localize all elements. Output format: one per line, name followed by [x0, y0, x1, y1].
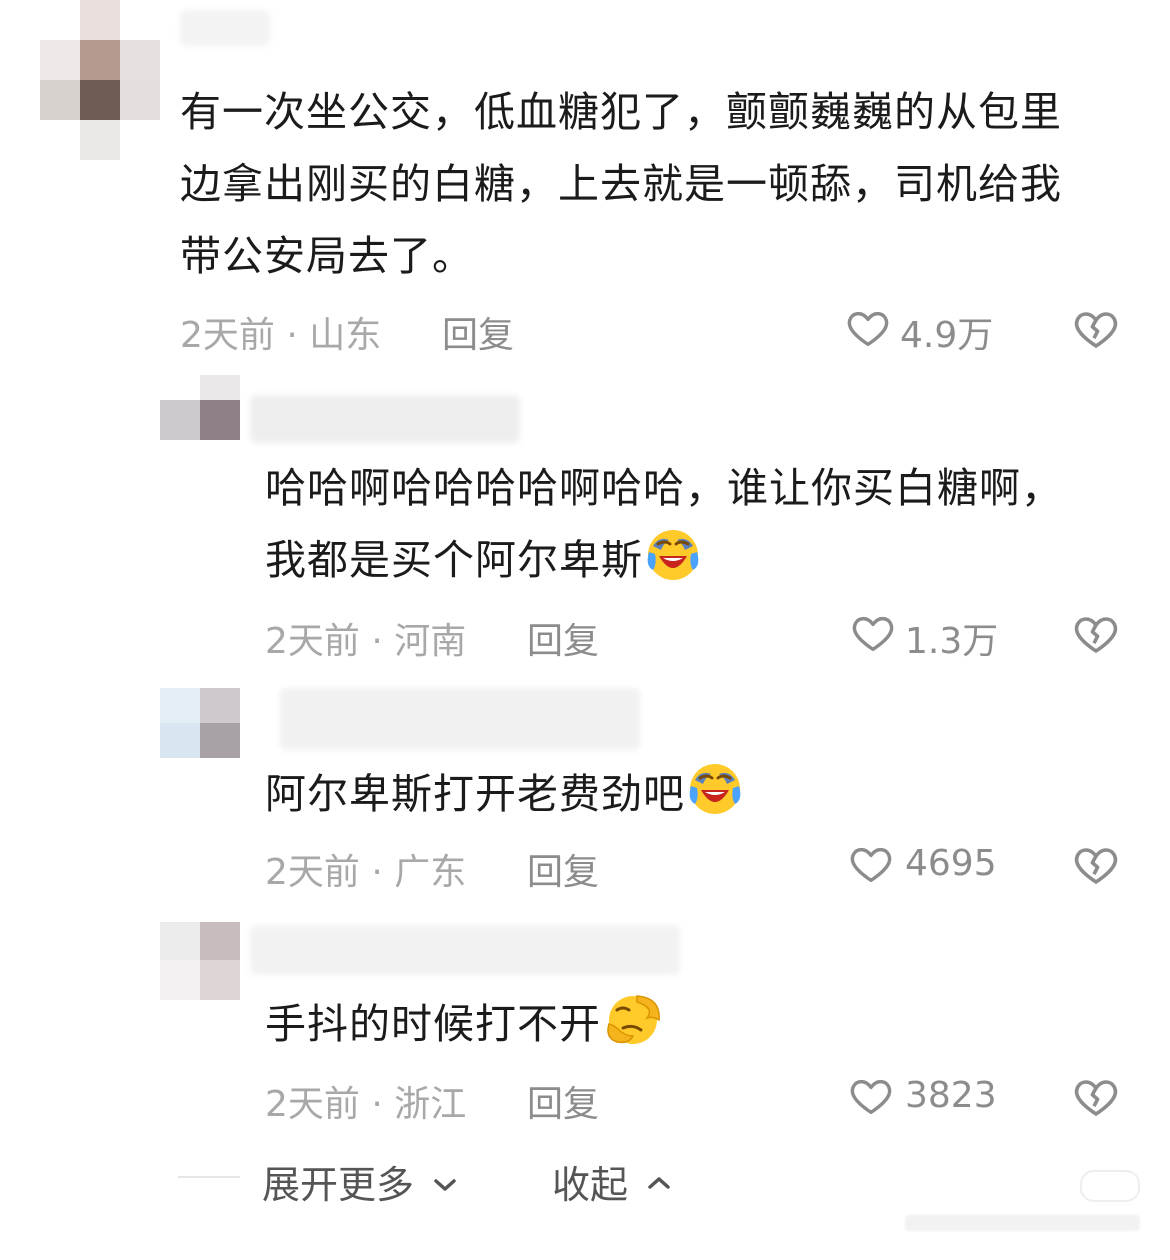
like-count: 4695	[905, 843, 997, 884]
separator-dot: ·	[359, 852, 395, 893]
avatar[interactable]	[40, 0, 160, 160]
expand-more-button[interactable]: 展开更多	[262, 1154, 458, 1209]
reply-button[interactable]: 回复	[527, 612, 599, 664]
timestamp: 2天前	[265, 852, 360, 893]
avatar[interactable]	[160, 688, 240, 758]
comment-body: 阿尔卑斯打开老费劲吧	[265, 758, 743, 830]
separator-dot: ·	[274, 315, 310, 356]
comment-body: 哈哈啊哈哈哈哈啊哈哈，谁让你买白糖啊， 我都是买个阿尔卑斯	[265, 464, 1063, 584]
comment-body: 有一次坐公交，低血糖犯了，颤颤巍巍的从包里 边拿出刚买的白糖，上去就是一顿舔，司…	[180, 88, 1062, 280]
username[interactable]	[250, 925, 680, 975]
comment-body: 手抖的时候打不开	[265, 988, 660, 1060]
heart-outline-icon[interactable]	[845, 305, 891, 351]
like-count: 4.9万	[900, 315, 994, 356]
avatar[interactable]	[160, 922, 240, 1000]
comment-meta: 2天前 · 河南	[265, 612, 466, 664]
heart-outline-icon[interactable]	[850, 610, 896, 656]
timestamp: 2天前	[180, 315, 275, 356]
broken-heart-icon[interactable]	[1072, 1073, 1120, 1121]
facepalm-emoji	[603, 990, 660, 1046]
like-count: 1.3万	[905, 621, 999, 662]
reply-button[interactable]: 回复	[527, 843, 599, 895]
comment-meta: 2天前 · 浙江	[265, 1075, 466, 1127]
timestamp: 2天前	[265, 621, 360, 662]
username[interactable]	[250, 395, 520, 443]
location: 浙江	[394, 1084, 467, 1125]
collapse-button[interactable]: 收起	[552, 1154, 672, 1209]
username[interactable]	[280, 688, 640, 750]
laughing-crying-emoji	[645, 526, 701, 582]
separator-dot: ·	[359, 621, 395, 662]
comment-meta: 2天前 · 山东	[180, 306, 381, 358]
heart-outline-icon[interactable]	[848, 1073, 894, 1119]
reply-button[interactable]: 回复	[442, 306, 514, 358]
divider	[178, 1176, 240, 1178]
watermark	[905, 1215, 1140, 1231]
laughing-crying-emoji	[687, 760, 743, 816]
location: 山东	[309, 315, 382, 356]
broken-heart-icon[interactable]	[1072, 305, 1120, 353]
username[interactable]	[180, 10, 270, 46]
chevron-up-icon	[646, 1174, 672, 1192]
separator-dot: ·	[359, 1084, 395, 1125]
broken-heart-icon[interactable]	[1072, 610, 1120, 658]
like-count: 3823	[905, 1075, 997, 1116]
comment-meta: 2天前 · 广东	[265, 843, 466, 895]
heart-outline-icon[interactable]	[848, 841, 894, 887]
reply-button[interactable]: 回复	[527, 1075, 599, 1127]
chevron-down-icon	[432, 1176, 458, 1194]
broken-heart-icon[interactable]	[1072, 841, 1120, 889]
avatar[interactable]	[160, 375, 240, 440]
location: 河南	[394, 621, 467, 662]
timestamp: 2天前	[265, 1084, 360, 1125]
location: 广东	[394, 852, 467, 893]
watermark-logo	[1080, 1170, 1140, 1202]
